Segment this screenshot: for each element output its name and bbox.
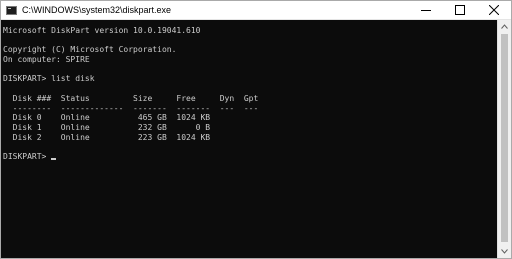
console-line: Copyright (C) Microsoft Corporation. [3, 45, 177, 55]
close-icon [489, 5, 499, 15]
close-button[interactable] [477, 1, 511, 19]
vertical-scrollbar[interactable] [497, 20, 511, 258]
console-line: Disk ### Status Size Free Dyn Gpt [3, 93, 259, 103]
text-cursor [51, 157, 57, 160]
console-line: Disk 2 Online 223 GB 1024 KB [3, 132, 211, 142]
chevron-up-icon [501, 24, 508, 29]
minimize-icon [421, 10, 431, 11]
chevron-down-icon [501, 249, 508, 254]
console-line: DISKPART> list disk [3, 74, 95, 84]
scroll-down-button[interactable] [498, 245, 511, 258]
prompt-line[interactable]: DISKPART> [3, 152, 497, 162]
console-output[interactable]: Microsoft DiskPart version 10.0.19041.61… [1, 20, 497, 258]
title-bar[interactable]: C:\WINDOWS\system32\diskpart.exe [1, 1, 511, 20]
console-line: Disk 0 Online 465 GB 1024 KB [3, 113, 211, 123]
command-window: C:\WINDOWS\system32\diskpart.exe Microso… [0, 0, 512, 259]
window-controls [409, 1, 511, 19]
scroll-up-button[interactable] [498, 20, 511, 33]
console-line: -------- ------------- ------- ------- -… [3, 103, 259, 113]
console-line: Microsoft DiskPart version 10.0.19041.61… [3, 26, 201, 35]
prompt-text: DISKPART> [3, 151, 52, 161]
console-app-icon [6, 5, 17, 15]
maximize-button[interactable] [443, 1, 477, 19]
console-line: On computer: SPIRE [3, 55, 90, 65]
maximize-icon [455, 5, 465, 15]
console-line: Disk 1 Online 232 GB 0 B [3, 122, 211, 132]
scrollbar-thumb[interactable] [501, 34, 508, 242]
window-title: C:\WINDOWS\system32\diskpart.exe [22, 5, 172, 15]
minimize-button[interactable] [409, 1, 443, 19]
